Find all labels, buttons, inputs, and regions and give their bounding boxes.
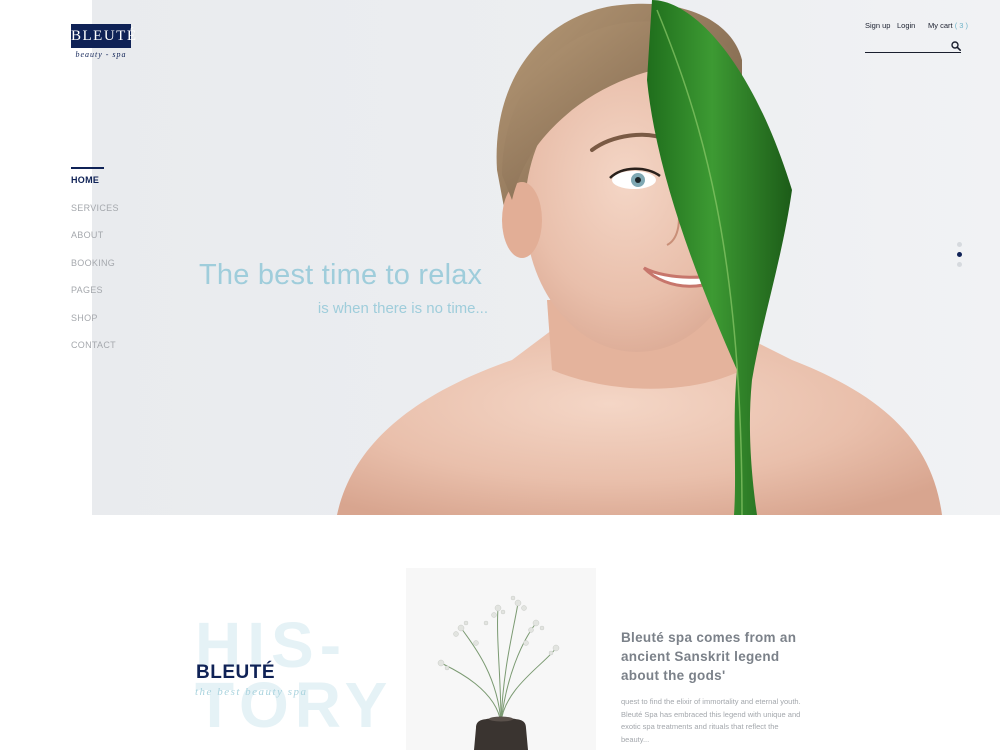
search-bar	[865, 40, 961, 57]
slider-dot-1[interactable]	[956, 242, 962, 247]
login-link[interactable]: Login	[897, 21, 915, 30]
nav-item-shop[interactable]: SHOP	[71, 311, 119, 339]
flower-vase-image	[406, 568, 596, 750]
flower-illustration	[437, 595, 560, 750]
slider-dot-3[interactable]	[956, 262, 962, 267]
nav-item-services[interactable]: SERVICES	[71, 201, 119, 229]
cart-label: My cart	[928, 21, 953, 30]
nav-item-home[interactable]: HOME	[71, 173, 119, 201]
brand-logo[interactable]: BLEUTÉ beauty - spa	[71, 24, 136, 59]
slider-dot-2[interactable]	[956, 252, 962, 257]
about-body-text: quest to find the elixir of immortality …	[621, 697, 801, 744]
nav-active-indicator	[71, 167, 104, 169]
nav-item-contact[interactable]: CONTACT	[71, 338, 119, 366]
nav-item-about[interactable]: ABOUT	[71, 228, 119, 256]
search-icon[interactable]	[951, 41, 961, 51]
hero-subtitle: is when there is no time...	[317, 300, 488, 317]
hero-portrait-image	[337, 0, 942, 515]
cart-link[interactable]: My cart ( 3 )	[928, 21, 968, 30]
logo-wordmark: BLEUTÉ	[71, 24, 136, 48]
signup-link[interactable]: Sign up	[865, 21, 890, 30]
hero-title: The best time to relax	[199, 259, 483, 291]
history-brand-title: BLEUTÉ	[196, 662, 275, 683]
logo-tagline: beauty - spa	[75, 50, 127, 59]
main-nav: HOME SERVICES ABOUT BOOKING PAGES SHOP C…	[71, 167, 119, 366]
search-input[interactable]	[865, 44, 947, 57]
cart-count: ( 3 )	[954, 21, 969, 30]
nav-item-booking[interactable]: BOOKING	[71, 256, 119, 284]
slider-pagination	[955, 242, 963, 272]
nav-item-pages[interactable]: PAGES	[71, 283, 119, 311]
about-heading: Bleuté spa comes from an ancient Sanskri…	[621, 630, 797, 683]
history-brand-subtitle: the best beauty spa	[195, 686, 308, 698]
history-word-line-2: TORY	[195, 669, 394, 741]
hero-banner	[92, 0, 1000, 515]
